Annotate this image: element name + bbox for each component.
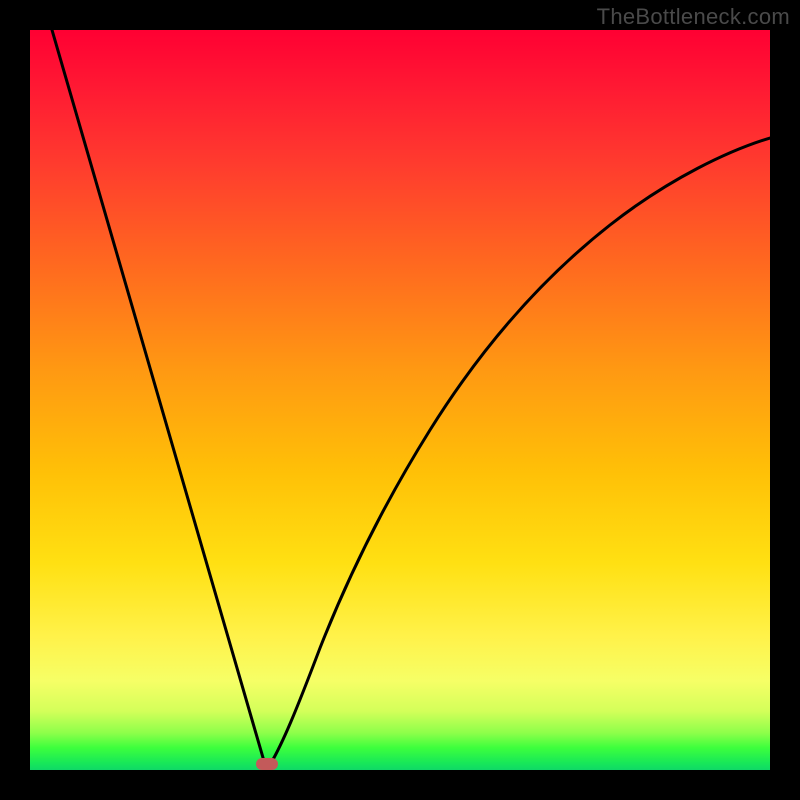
curve-right-branch bbox=[268, 138, 770, 768]
curve-left-branch bbox=[52, 30, 266, 768]
bottleneck-curve bbox=[30, 30, 770, 770]
optimal-point-marker bbox=[256, 758, 278, 770]
watermark-label: TheBottleneck.com bbox=[597, 4, 790, 30]
plot-area bbox=[30, 30, 770, 770]
chart-container: TheBottleneck.com bbox=[0, 0, 800, 800]
